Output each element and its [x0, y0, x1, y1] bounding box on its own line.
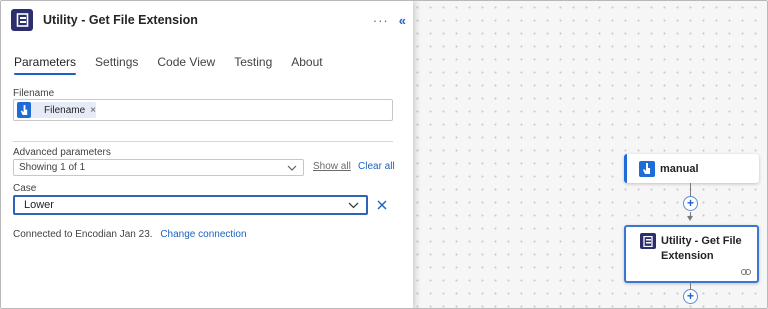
more-options-button[interactable]: ···: [373, 13, 389, 28]
advanced-parameters-value: Showing 1 of 1: [19, 162, 86, 173]
add-step-button[interactable]: +: [683, 289, 698, 304]
app-frame: manual + Utility - Get File Extension + …: [0, 0, 768, 309]
clear-case-button[interactable]: [376, 199, 388, 211]
action-config-panel: Utility - Get File Extension ··· « Param…: [1, 1, 413, 308]
filename-token-label: Filename: [44, 104, 86, 116]
tab-parameters[interactable]: Parameters: [14, 55, 77, 75]
tab-code-view[interactable]: Code View: [157, 55, 215, 75]
case-label: Case: [13, 183, 37, 194]
filename-token[interactable]: Filename ×: [17, 102, 96, 118]
manual-trigger-icon: [17, 102, 32, 118]
action-node-get-file-extension[interactable]: Utility - Get File Extension: [624, 225, 759, 283]
remove-token-button[interactable]: ×: [90, 105, 96, 116]
case-dropdown[interactable]: Lower: [13, 195, 368, 215]
filename-label: Filename: [13, 88, 55, 99]
link-icon: [741, 267, 751, 277]
chevron-down-icon: [348, 198, 359, 214]
collapse-panel-button[interactable]: «: [399, 13, 407, 28]
encodian-icon: [11, 9, 33, 31]
advanced-parameters-label: Advanced parameters: [13, 147, 111, 158]
case-value: Lower: [24, 199, 54, 211]
trigger-node-manual[interactable]: manual: [624, 154, 759, 183]
connection-status: Connected to Encodian Jan 23. Change con…: [13, 229, 247, 240]
action-node-label: Utility - Get File Extension: [661, 235, 742, 262]
change-connection-link[interactable]: Change connection: [160, 229, 246, 240]
tab-about[interactable]: About: [291, 55, 322, 75]
advanced-parameters-dropdown[interactable]: Showing 1 of 1: [13, 159, 304, 176]
encodian-icon: [640, 233, 656, 249]
clear-all-link[interactable]: Clear all: [358, 161, 395, 172]
panel-title: Utility - Get File Extension: [43, 13, 198, 27]
connector-arrow-icon: [687, 216, 693, 221]
filename-input[interactable]: Filename ×: [13, 99, 393, 121]
tab-testing[interactable]: Testing: [234, 55, 272, 75]
tab-settings[interactable]: Settings: [95, 55, 138, 75]
close-icon: [377, 200, 387, 210]
chevron-down-icon: [287, 160, 297, 176]
divider: [13, 141, 393, 142]
panel-tabs: Parameters Settings Code View Testing Ab…: [14, 55, 342, 75]
panel-header: Utility - Get File Extension ··· «: [11, 8, 407, 32]
connector-line: [690, 183, 691, 197]
manual-trigger-icon: [639, 160, 655, 177]
trigger-node-label: manual: [660, 162, 699, 175]
add-step-button[interactable]: +: [683, 196, 698, 211]
connection-text: Connected to Encodian Jan 23.: [13, 229, 153, 240]
show-all-link[interactable]: Show all: [313, 161, 351, 172]
